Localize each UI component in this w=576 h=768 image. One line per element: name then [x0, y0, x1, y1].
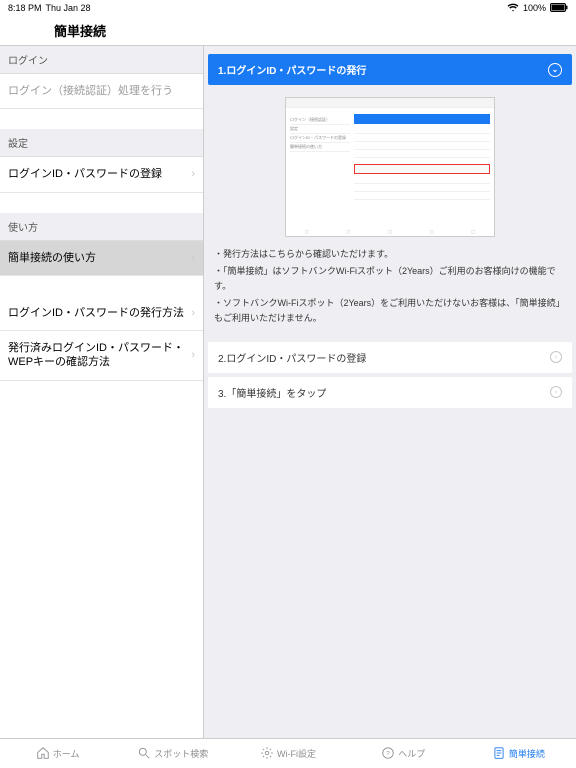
accordion-title: 3.「簡単接続」をタップ: [218, 385, 326, 400]
status-date: Thu Jan 28: [46, 3, 91, 13]
tab-bar: ホーム スポット検索 Wi-Fi設定 ? ヘルプ 簡単接続: [0, 738, 576, 768]
tab-easy-connect[interactable]: 簡単接続: [461, 739, 576, 768]
chevron-right-icon: ›: [191, 168, 195, 180]
screenshot-thumbnail: ログイン（接続認証） 設定 ログインID・パスワードの登録 簡単接続の使い方: [285, 97, 495, 237]
accordion-title: 2.ログインID・パスワードの登録: [218, 350, 366, 365]
step1-description: ・発行方法はこちらから確認いただけます。 ・「簡単接続」はソフトバンクWi-Fi…: [204, 243, 576, 338]
section-header-usage: 使い方: [0, 213, 203, 241]
help-icon: ?: [381, 746, 395, 762]
status-time: 8:18 PM: [8, 3, 42, 13]
tab-home[interactable]: ホーム: [0, 739, 115, 768]
spacer: [0, 109, 203, 129]
tab-label: Wi-Fi設定: [277, 747, 316, 760]
section-header-settings: 設定: [0, 129, 203, 157]
tab-label: ホーム: [53, 747, 80, 760]
tab-help[interactable]: ? ヘルプ: [346, 739, 461, 768]
chevron-right-icon: ›: [191, 252, 195, 264]
nav-bar: 簡単接続: [0, 16, 576, 46]
bullet-text: ・「簡単接続」はソフトバンクWi-Fiスポット（2Years）ご利用のお客様向け…: [214, 264, 566, 293]
sidebar-item-login-process[interactable]: ログイン（接続認証）処理を行う: [0, 74, 203, 109]
section-header-login: ログイン: [0, 46, 203, 74]
sidebar-item-label: ログインID・パスワードの登録: [8, 167, 191, 181]
tab-label: 簡単接続: [509, 747, 545, 760]
tab-wifi-settings[interactable]: Wi-Fi設定: [230, 739, 345, 768]
battery-icon: [550, 3, 568, 14]
wifi-icon: [507, 3, 519, 14]
tab-label: スポット検索: [154, 747, 208, 760]
chevron-right-icon: ›: [191, 349, 195, 361]
spacer: [0, 193, 203, 213]
spacer: [0, 276, 203, 296]
sidebar-item-label: 発行済みログインID・パスワード・WEPキーの確認方法: [8, 341, 191, 370]
sidebar-item-howto-easy[interactable]: 簡単接続の使い方 ›: [0, 241, 203, 276]
accordion-title: 1.ログインID・パスワードの発行: [218, 62, 366, 77]
home-icon: [36, 746, 50, 762]
sidebar-item-label: ログイン（接続認証）処理を行う: [8, 84, 195, 98]
chevron-right-icon: ›: [550, 351, 562, 363]
chevron-down-icon: ⌄: [548, 63, 562, 77]
tab-spot-search[interactable]: スポット検索: [115, 739, 230, 768]
status-bar: 8:18 PM Thu Jan 28 100%: [0, 0, 576, 16]
gear-icon: [260, 746, 274, 762]
tab-label: ヘルプ: [398, 747, 425, 760]
sidebar-item-howto-issue-id[interactable]: ログインID・パスワードの発行方法 ›: [0, 296, 203, 331]
svg-text:?: ?: [386, 750, 390, 757]
search-icon: [137, 746, 151, 762]
sidebar-item-label: ログインID・パスワードの発行方法: [8, 306, 191, 320]
page-title: 簡単接続: [54, 21, 106, 40]
chevron-right-icon: ›: [550, 386, 562, 398]
bullet-text: ・ソフトバンクWi-Fiスポット（2Years）をご利用いただけないお客様は、「…: [214, 296, 566, 325]
battery-label: 100%: [523, 3, 546, 13]
easy-connect-icon: [492, 746, 506, 762]
accordion-step1[interactable]: 1.ログインID・パスワードの発行 ⌄: [208, 54, 572, 85]
bullet-text: ・発行方法はこちらから確認いただけます。: [214, 247, 566, 261]
sidebar-item-label: 簡単接続の使い方: [8, 251, 191, 265]
screenshot-thumbnail-wrap: ログイン（接続認証） 設定 ログインID・パスワードの登録 簡単接続の使い方: [204, 93, 576, 243]
chevron-right-icon: ›: [191, 307, 195, 319]
detail-pane: 1.ログインID・パスワードの発行 ⌄ ログイン（接続認証） 設定 ログインID…: [204, 46, 576, 738]
sidebar-item-howto-confirm-id[interactable]: 発行済みログインID・パスワード・WEPキーの確認方法 ›: [0, 331, 203, 381]
accordion-step2[interactable]: 2.ログインID・パスワードの登録 ›: [208, 342, 572, 373]
accordion-step3[interactable]: 3.「簡単接続」をタップ ›: [208, 377, 572, 408]
sidebar-item-register-id[interactable]: ログインID・パスワードの登録 ›: [0, 157, 203, 192]
sidebar: ログイン ログイン（接続認証）処理を行う 設定 ログインID・パスワードの登録 …: [0, 46, 204, 738]
